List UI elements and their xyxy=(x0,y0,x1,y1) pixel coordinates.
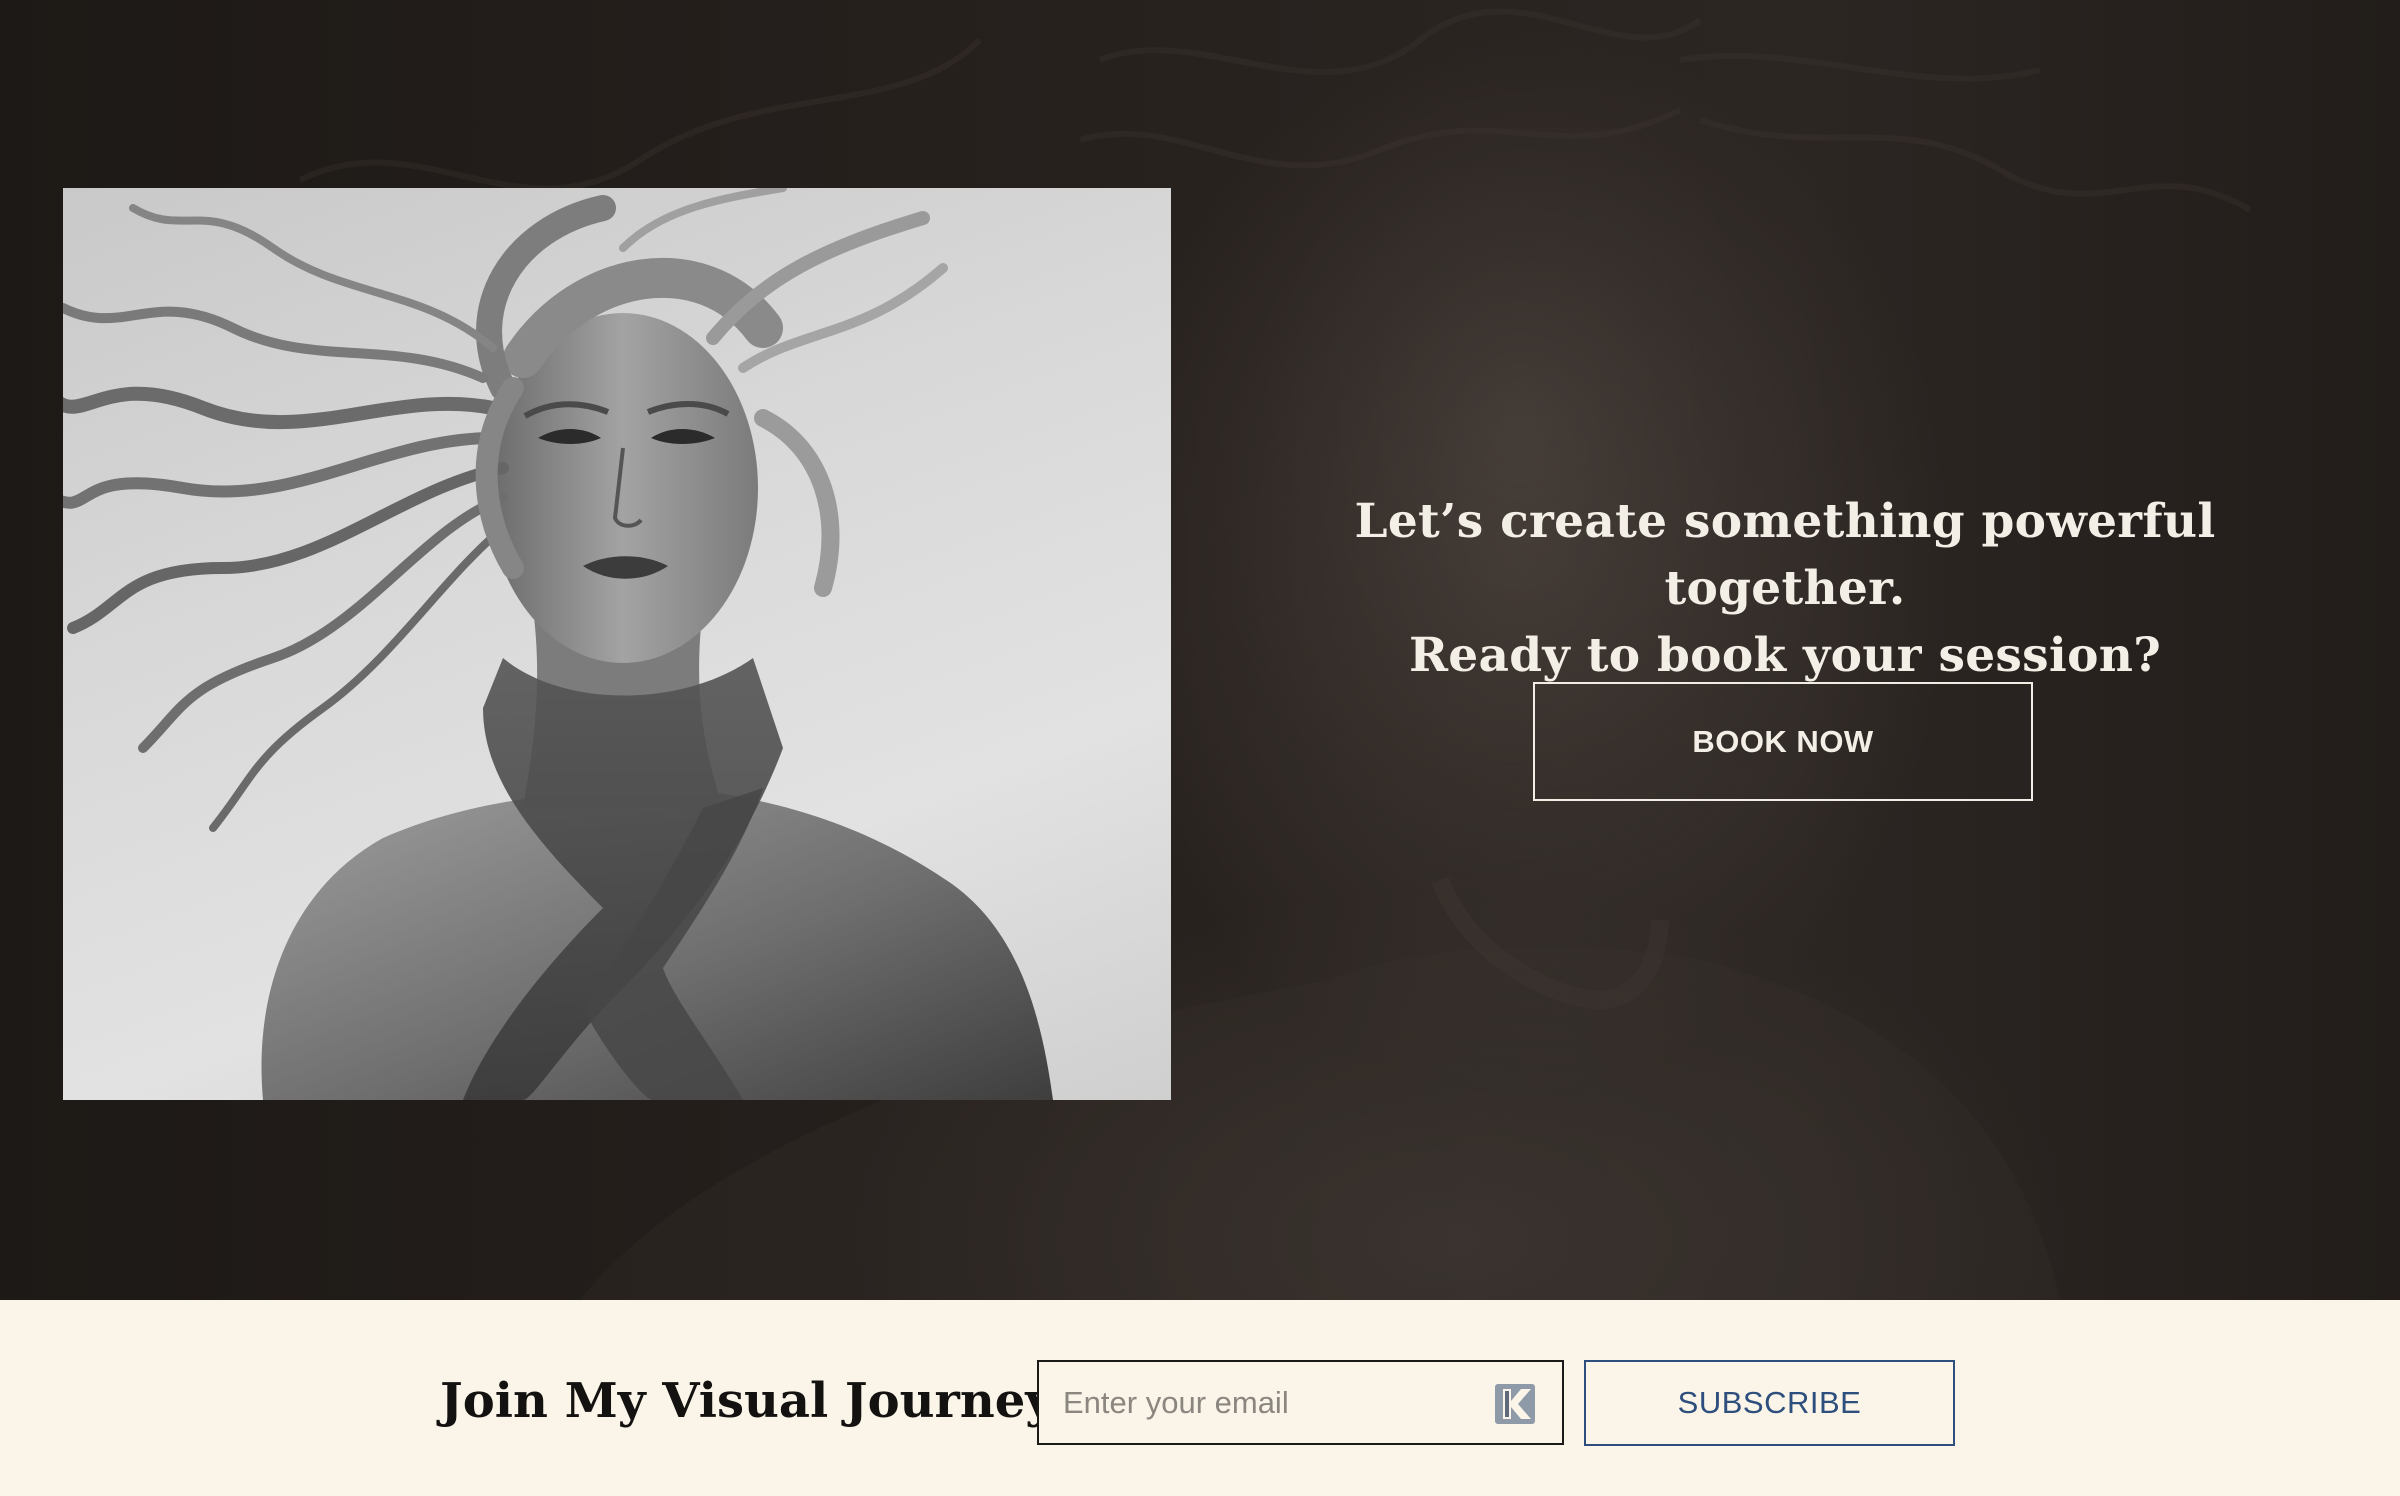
cta-heading-line-1: Let’s create something powerful together… xyxy=(1354,494,2216,616)
portrait-photo xyxy=(63,188,1171,1100)
cta-heading: Let’s create something powerful together… xyxy=(1240,488,2330,689)
email-input[interactable] xyxy=(1039,1362,1479,1443)
password-manager-icon[interactable] xyxy=(1494,1383,1536,1425)
newsletter-title: Join My Visual Journey xyxy=(440,1373,1054,1429)
book-now-button[interactable]: BOOK NOW xyxy=(1533,682,2033,801)
subscribe-button[interactable]: SUBSCRIBE xyxy=(1584,1360,1955,1446)
portrait-illustration xyxy=(63,188,1053,1100)
cta-heading-line-2: Ready to book your session? xyxy=(1408,628,2162,683)
hero-section: Let’s create something powerful together… xyxy=(0,0,2400,1300)
email-field-container xyxy=(1037,1360,1564,1445)
